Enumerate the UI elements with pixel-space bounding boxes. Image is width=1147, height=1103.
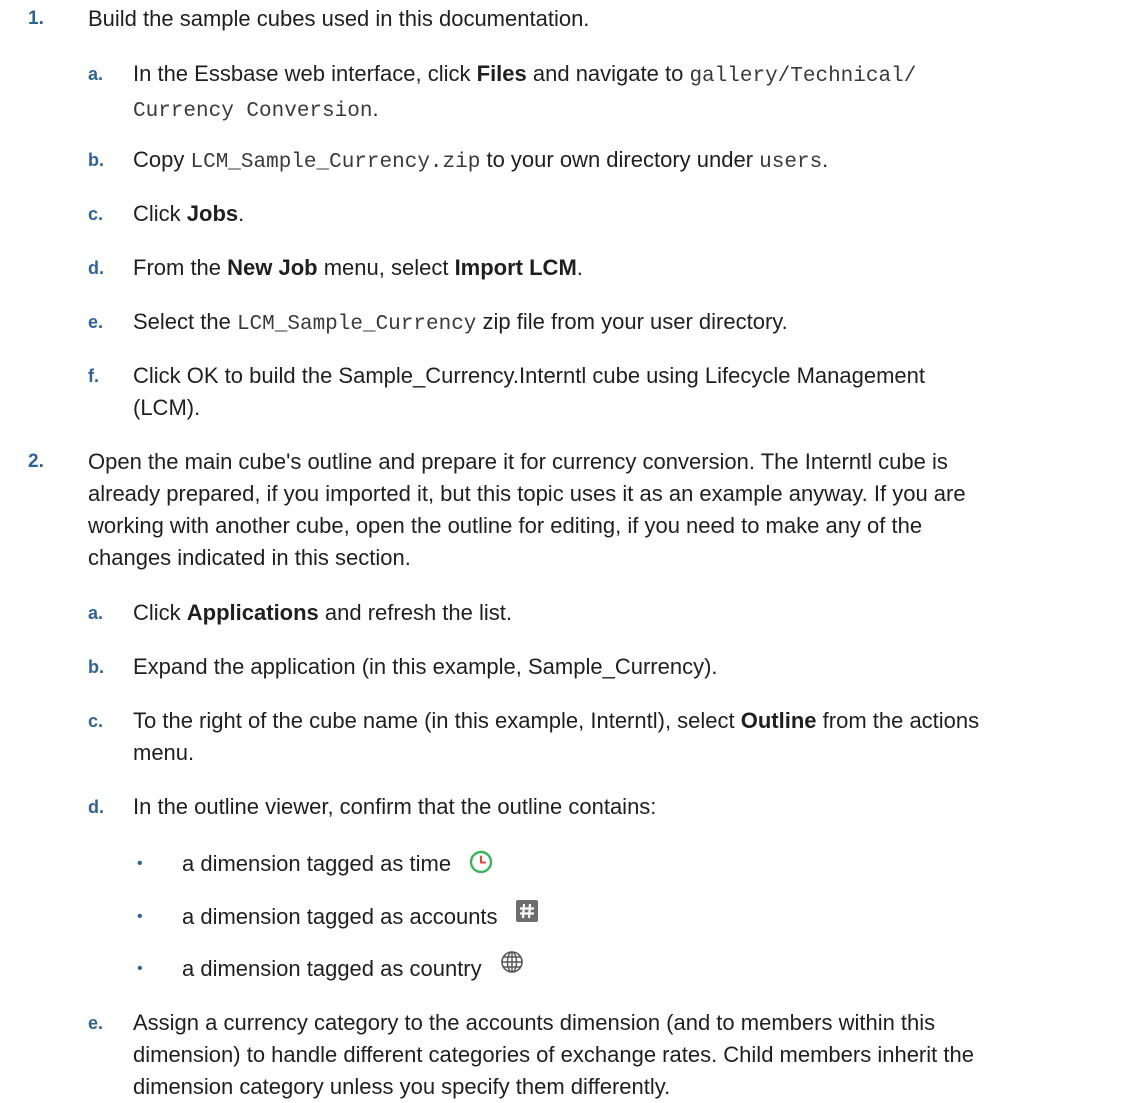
ui-term-applications: Applications [186,600,319,625]
hash-icon [516,900,538,922]
substep-text: Assign a currency category to the accoun… [133,1010,974,1099]
step-number: 2. [28,451,44,472]
substep-text: To the right of the cube name (in this e… [133,708,980,765]
substep-text: Click OK to build the Sample_Currency.In… [133,363,925,420]
substep-letter: e. [88,1013,104,1033]
substep-text: Select the LCM_Sample_Currency zip file … [133,309,788,336]
ui-term-files: Files [476,61,527,86]
substep-text: Copy LCM_Sample_Currency.zip to your own… [133,147,829,174]
substep-letter: d. [88,258,104,278]
substep-letter: d. [88,797,104,817]
substep-letter: a. [88,64,104,84]
bullet-dot: • [137,960,143,977]
clock-icon [469,850,493,874]
substep-text: Click Applications and refresh the list. [133,600,513,625]
step-number: 1. [28,8,44,29]
ui-term-new-job: New Job [227,255,318,280]
bullet-dot: • [137,908,143,925]
substep-letter: a. [88,603,104,623]
dir-code: users [759,151,823,174]
bullet-text: a dimension tagged as accounts [182,904,498,929]
substep-text: Click Jobs. [133,201,245,226]
substep-text: Expand the application (in this example,… [133,654,718,679]
ui-term-import-lcm: Import LCM [454,255,577,280]
file-code: LCM_Sample_Currency [236,313,477,336]
ui-term-outline: Outline [740,708,817,733]
bullet-text: a dimension tagged as time [182,851,452,876]
substep-letter: f. [88,366,99,386]
path-code: gallery/Technical/ [689,65,917,88]
bullet-text: a dimension tagged as country [182,956,482,981]
substep-letter: b. [88,150,104,170]
path-code-cont: Currency Conversion [133,100,373,123]
substep-text: In the outline viewer, confirm that the … [133,794,657,819]
step-text: Open the main cube's outline and prepare… [88,449,966,570]
substep-letter: e. [88,312,104,332]
file-code: LCM_Sample_Currency.zip [190,151,481,174]
globe-icon [501,951,523,973]
substep-letter: b. [88,657,104,677]
ui-term-jobs: Jobs [186,201,239,226]
bullet-dot: • [137,855,143,872]
substep-letter: c. [88,711,104,731]
step-text: Build the sample cubes used in this docu… [88,6,590,31]
substep-text: From the New Job menu, select Import LCM… [133,255,583,280]
substep-text: In the Essbase web interface, click File… [133,61,917,123]
substep-letter: c. [88,204,104,224]
